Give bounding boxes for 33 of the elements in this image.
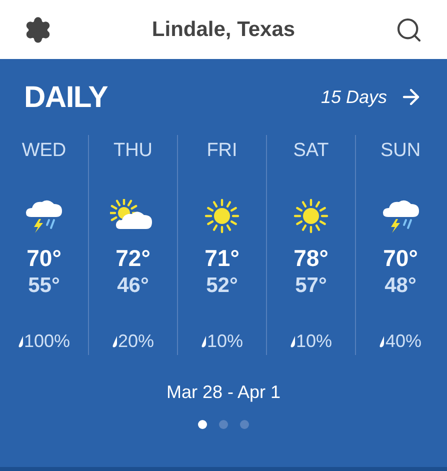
- precipitation-chance: 40%: [385, 330, 422, 353]
- high-temperature: 78°: [294, 244, 328, 272]
- low-temperature: 52°: [206, 273, 238, 299]
- precipitation-chance: 10%: [206, 330, 244, 353]
- location-title: Lindale, Texas: [152, 16, 296, 43]
- day-label: SUN: [380, 139, 421, 163]
- fifteen-days-link[interactable]: 15 Days: [320, 84, 423, 110]
- raindrop-icon: [200, 336, 207, 348]
- day-label: SAT: [293, 139, 329, 163]
- precipitation-chance: 100%: [24, 330, 70, 353]
- low-temperature: 46°: [117, 273, 149, 299]
- low-temperature: 57°: [295, 273, 327, 299]
- storm-cloud-icon: [25, 198, 63, 234]
- storm-cloud-icon: [382, 198, 420, 234]
- precipitation-chance: 20%: [118, 330, 154, 353]
- high-temperature: 71°: [204, 244, 240, 272]
- search-icon[interactable]: [394, 16, 423, 44]
- precipitation-chance: 10%: [296, 330, 332, 353]
- day-label: FRI: [206, 139, 238, 163]
- raindrop-icon: [379, 336, 386, 348]
- raindrop-icon: [112, 336, 118, 348]
- high-temperature: 70°: [383, 244, 418, 272]
- raindrop-icon: [18, 336, 24, 348]
- section-title: DAILY: [24, 80, 108, 116]
- high-temperature: 70°: [26, 244, 62, 272]
- date-range: Mar 28 - Apr 1: [166, 381, 281, 404]
- high-temperature: 72°: [116, 244, 150, 272]
- day-label: THU: [113, 139, 153, 163]
- low-temperature: 48°: [384, 273, 416, 299]
- low-temperature: 55°: [28, 273, 60, 299]
- day-label: WED: [22, 139, 66, 163]
- raindrop-icon: [290, 336, 296, 348]
- settings-icon[interactable]: [24, 16, 52, 44]
